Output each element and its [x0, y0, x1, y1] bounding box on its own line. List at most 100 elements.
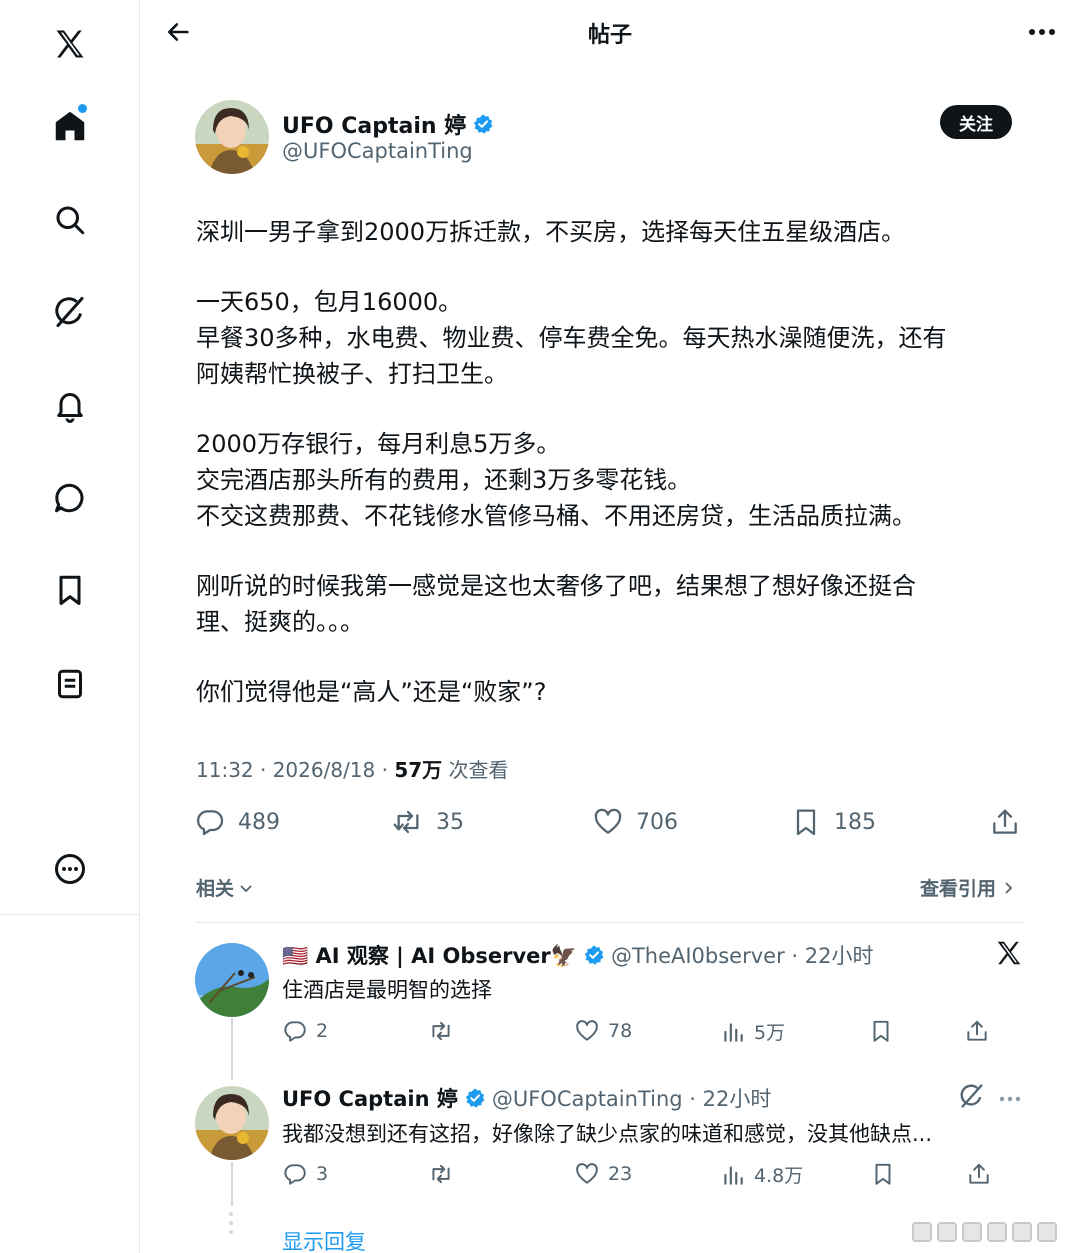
reply-text: 住酒店是最明智的选择 — [282, 978, 492, 1002]
tweet-text: 深圳一男子拿到2000万拆迁款，不买房，选择每天住五星级酒店。 一天650，包月… — [196, 214, 1026, 710]
reply-avatar[interactable] — [195, 1086, 269, 1160]
reply-count: 3 — [316, 1163, 329, 1185]
bookmark-button[interactable] — [868, 1018, 894, 1044]
related-label: 相关 — [196, 878, 235, 900]
bookmark-button[interactable] — [870, 1161, 896, 1187]
more-icon[interactable] — [46, 845, 94, 893]
sidebar — [0, 0, 140, 1253]
reply-icon — [284, 1164, 306, 1185]
bookmark-icon — [796, 809, 816, 836]
tweet-line: 深圳一男子拿到2000万拆迁款，不买房，选择每天住五星级酒店。 — [196, 218, 906, 246]
view-label: 次查看 — [442, 758, 509, 782]
show-replies-link[interactable]: 显示回复 — [282, 1226, 366, 1253]
views-button[interactable]: 4.8万 — [720, 1161, 803, 1188]
grok-icon[interactable] — [46, 288, 94, 336]
reply-handle: @UFOCaptainTing · 22小时 — [491, 1087, 772, 1111]
reply-button[interactable]: 2 — [282, 1018, 328, 1044]
view-count: 5万 — [754, 1022, 786, 1044]
verified-badge-icon — [584, 945, 604, 965]
sidebar-divider — [0, 914, 139, 915]
x-logo-icon[interactable] — [46, 20, 94, 68]
bookmark-icon — [873, 1020, 889, 1042]
verified-badge-icon — [473, 114, 493, 134]
reply-author[interactable]: 🇺🇸 AI 观察 | AI Observer🦅 @TheAI0bserver ·… — [282, 940, 873, 970]
tweet-line: 2000万存银行，每月利息5万多。 — [196, 430, 561, 458]
reply-author[interactable]: UFO Captain 婷 @UFOCaptainTing · 22小时 — [282, 1083, 771, 1113]
tweet-line: 一天650，包月16000。 — [196, 288, 463, 316]
share-button[interactable] — [966, 1161, 992, 1187]
retweet-icon — [432, 1164, 450, 1184]
bookmark-count: 185 — [834, 809, 876, 835]
notification-dot — [78, 104, 87, 113]
view-count: 57万 — [394, 758, 443, 782]
reply-text: 我都没想到还有这招，好像除了缺少点家的味道和感觉，没其他缺点... — [282, 1122, 933, 1146]
tweet-line: 你们觉得他是“高人”还是“败家”? — [196, 678, 547, 706]
author-display-name: UFO Captain 婷 — [282, 114, 467, 139]
bookmark-icon — [875, 1163, 891, 1185]
share-button[interactable] — [989, 806, 1021, 838]
lists-icon[interactable] — [46, 660, 94, 708]
related-dropdown[interactable]: 相关 — [196, 874, 254, 901]
heart-icon — [594, 808, 622, 834]
follow-button[interactable]: 关注 — [940, 105, 1012, 139]
tweet-timestamp[interactable]: 11:32 · 2026/8/18 · — [196, 758, 394, 782]
author-name[interactable]: UFO Captain 婷 — [282, 108, 494, 140]
like-button[interactable]: 706 — [592, 806, 678, 838]
like-count: 23 — [608, 1163, 633, 1185]
retweet-button[interactable]: 35 — [392, 806, 464, 838]
retweet-count: 35 — [436, 809, 464, 835]
tweet-line: 阿姨帮忙换被子、打扫卫生。 — [196, 360, 508, 388]
reply-handle: @TheAI0bserver · 22小时 — [610, 944, 874, 968]
retweet-button[interactable] — [428, 1161, 454, 1187]
bookmark-button[interactable]: 185 — [790, 806, 876, 838]
heart-icon — [576, 1163, 598, 1184]
grok-icon[interactable] — [958, 1082, 988, 1112]
reply-display-name: 🇺🇸 AI 观察 | AI Observer🦅 — [282, 944, 577, 968]
author-handle[interactable]: @UFOCaptainTing — [282, 139, 473, 163]
analytics-icon — [724, 1022, 743, 1042]
more-options-icon[interactable] — [998, 1088, 1024, 1104]
more-options-icon[interactable] — [1024, 16, 1060, 48]
analytics-icon — [724, 1165, 743, 1185]
page-header: 帖子 — [140, 0, 1080, 66]
tweet-line: 理、挺爽的。。。 — [196, 608, 364, 636]
reply-avatar[interactable] — [195, 943, 269, 1017]
x-logo-icon — [994, 938, 1026, 970]
reply-button[interactable]: 489 — [194, 806, 280, 838]
tweet-meta: 11:32 · 2026/8/18 · 57万 次查看 — [196, 754, 509, 783]
reply-icon — [284, 1021, 306, 1042]
notifications-icon[interactable] — [46, 381, 94, 429]
share-icon — [969, 1163, 989, 1184]
tweet-line: 刚听说的时候我第一感觉是这也太奢侈了吧，结果想了想好像还挺合 — [196, 572, 916, 600]
tweet-line: 交完酒店那头所有的费用，还剩3万多零花钱。 — [196, 466, 692, 494]
bookmarks-icon[interactable] — [46, 566, 94, 614]
reply-count: 489 — [238, 809, 280, 835]
reply-count: 2 — [316, 1020, 329, 1042]
retweet-icon — [393, 810, 419, 834]
like-count: 78 — [608, 1020, 633, 1042]
share-icon — [993, 809, 1017, 834]
chevron-down-icon — [240, 884, 252, 892]
thread-line — [231, 1162, 233, 1206]
chevron-right-icon — [1005, 881, 1013, 894]
like-button[interactable]: 78 — [574, 1018, 632, 1044]
views-button[interactable]: 5万 — [720, 1018, 785, 1045]
share-button[interactable] — [964, 1018, 990, 1044]
messages-icon[interactable] — [46, 474, 94, 522]
view-quotes-link[interactable]: 查看引用 — [920, 874, 1016, 901]
search-icon[interactable] — [46, 196, 94, 244]
heart-icon — [576, 1020, 598, 1041]
retweet-icon — [432, 1021, 450, 1041]
view-quotes-label: 查看引用 — [920, 878, 997, 900]
reply-icon — [197, 810, 224, 836]
like-button[interactable]: 23 — [574, 1161, 632, 1187]
avatar[interactable] — [195, 100, 269, 174]
page-title: 帖子 — [587, 23, 632, 48]
verified-badge-icon — [465, 1088, 485, 1108]
tweet-line: 不交这费那费、不花钱修水管修马桶、不用还房贷，生活品质拉满。 — [196, 502, 916, 530]
watermark-icon — [912, 1222, 1072, 1248]
reply-button[interactable]: 3 — [282, 1161, 328, 1187]
retweet-button[interactable] — [428, 1018, 454, 1044]
view-count: 4.8万 — [754, 1165, 804, 1187]
thread-line — [231, 1018, 233, 1080]
